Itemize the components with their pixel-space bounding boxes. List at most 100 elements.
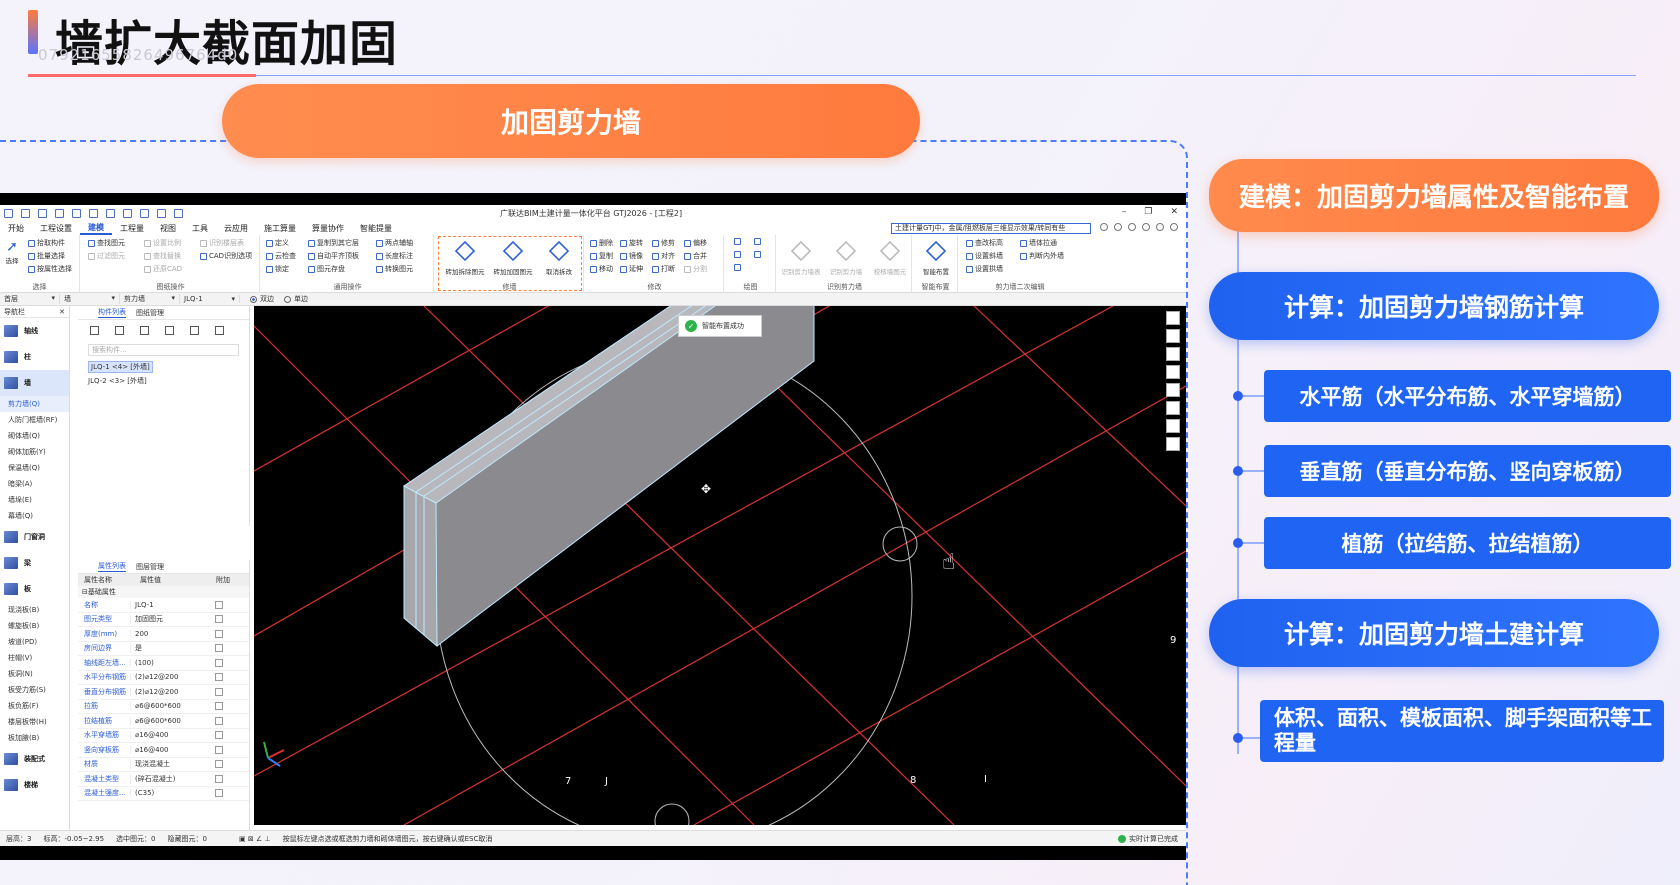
element-save-button[interactable]: 图元存盘 bbox=[308, 264, 345, 274]
new-component-icon[interactable] bbox=[90, 325, 99, 335]
nav-sub-insulation-wall[interactable]: 保温墙(Q) bbox=[0, 460, 69, 476]
type-select[interactable]: 墙 ▾ bbox=[60, 294, 120, 304]
save-icon[interactable] bbox=[55, 208, 64, 218]
rotate-button[interactable]: 旋转 bbox=[620, 238, 643, 248]
cloud-icon[interactable] bbox=[157, 208, 166, 218]
property-value[interactable]: JLQ-1 bbox=[130, 600, 205, 609]
menu-start[interactable]: 开始 bbox=[0, 223, 32, 234]
demolish-element-button[interactable]: 砖加拆除图元 bbox=[442, 239, 488, 277]
message-icon[interactable] bbox=[1128, 223, 1136, 231]
property-value[interactable]: (C35) bbox=[130, 789, 205, 798]
property-row[interactable]: 拉筋 ⌀6@600*600 bbox=[78, 700, 249, 714]
align-button[interactable]: 对齐 bbox=[652, 251, 675, 261]
property-value[interactable]: 200 bbox=[130, 629, 205, 638]
nav-category-column[interactable]: 柱 bbox=[0, 344, 69, 370]
nav-sub-slab-main-rebar[interactable]: 板受力筋(S) bbox=[0, 682, 69, 698]
property-row[interactable]: 混凝土类型 (碎石混凝土) bbox=[78, 772, 249, 787]
property-value[interactable]: (2)⌀12@200 bbox=[130, 687, 205, 696]
snap-toggle-icon[interactable]: ▣ bbox=[239, 835, 246, 843]
reinforce-element-button[interactable]: 砖加加固图元 bbox=[490, 239, 536, 277]
nav-sub-civil-defense-wall[interactable]: 人防门框墙(RF) bbox=[0, 412, 69, 428]
layer-icon[interactable] bbox=[1166, 365, 1180, 379]
menu-collaboration[interactable]: 算量协作 bbox=[304, 223, 352, 234]
nav-sub-masonry-wall[interactable]: 砌体墙(Q) bbox=[0, 428, 69, 444]
grid-icon[interactable] bbox=[140, 208, 149, 218]
cancel-modify-button[interactable]: 取消拆改 bbox=[538, 239, 580, 277]
nav-category-door-window[interactable]: 门窗洞 bbox=[0, 524, 69, 550]
menu-quantities[interactable]: 工程量 bbox=[112, 223, 152, 234]
property-attach-checkbox[interactable] bbox=[215, 716, 223, 725]
property-attach-checkbox[interactable] bbox=[215, 745, 223, 754]
identify-wall-table-button[interactable]: 识别剪力墙表 bbox=[778, 239, 824, 277]
nav-category-prefab[interactable]: 装配式 bbox=[0, 746, 69, 772]
menu-modeling[interactable]: 建模 bbox=[80, 222, 112, 235]
open-file-icon[interactable] bbox=[38, 208, 47, 218]
ortho-toggle-icon[interactable]: ⊠ bbox=[248, 835, 254, 843]
property-attach-checkbox[interactable] bbox=[215, 702, 223, 711]
find-replace-button[interactable]: 查找替换 bbox=[144, 251, 181, 261]
set-scale-button[interactable]: 设置比例 bbox=[144, 238, 181, 248]
user-icon[interactable] bbox=[1156, 223, 1164, 231]
define-button[interactable]: 定义 bbox=[266, 238, 289, 248]
set-arch-wall-button[interactable]: 设置拱墙 bbox=[966, 264, 1003, 274]
wall-extend-button[interactable]: 墙体拉通 bbox=[1020, 238, 1057, 248]
nav-category-beam[interactable]: 梁 bbox=[0, 550, 69, 576]
section-icon[interactable] bbox=[1166, 437, 1180, 451]
list-item[interactable]: JLQ-1 <4> [外墙] bbox=[78, 360, 249, 374]
lock-button[interactable]: 锁定 bbox=[266, 264, 289, 274]
minimize-icon[interactable]: – bbox=[1122, 207, 1127, 217]
length-dimension-button[interactable]: 长度标注 bbox=[376, 251, 413, 261]
nav-sub-masonry-rebar[interactable]: 砌体加筋(Y) bbox=[0, 444, 69, 460]
help-search-input[interactable]: 土建计量GTJ中，金属/阻燃板层三维显示效果/转同有些 bbox=[891, 223, 1091, 234]
draw-point-button[interactable] bbox=[734, 238, 741, 245]
nav-sub-slab-hole[interactable]: 板洞(N) bbox=[0, 666, 69, 682]
property-section[interactable]: ⊟ 基础属性 bbox=[78, 586, 249, 598]
convert-element-button[interactable]: 转换图元 bbox=[376, 264, 413, 274]
property-attach-checkbox[interactable] bbox=[215, 673, 223, 682]
check-wall-button[interactable]: 校核墙图元 bbox=[868, 239, 912, 277]
property-value[interactable]: 是 bbox=[130, 643, 205, 654]
draw-circle-button[interactable] bbox=[754, 238, 761, 245]
nav-category-stairs[interactable]: 楼梯 bbox=[0, 772, 69, 798]
property-value[interactable]: ⌀6@600*600 bbox=[130, 716, 205, 725]
draw-rect-button[interactable] bbox=[754, 251, 761, 258]
property-attach-checkbox[interactable] bbox=[215, 731, 223, 740]
property-value[interactable]: ⌀16@400 bbox=[130, 731, 205, 740]
property-attach-checkbox[interactable] bbox=[215, 774, 223, 783]
list-item[interactable]: JLQ-2 <3> [外墙] bbox=[78, 374, 249, 388]
radio-single-side[interactable]: 单边 bbox=[284, 294, 308, 304]
nav-sub-spiral-slab[interactable]: 螺旋板(B) bbox=[0, 618, 69, 634]
menu-construction[interactable]: 施工算量 bbox=[256, 223, 304, 234]
property-attach-checkbox[interactable] bbox=[215, 760, 223, 769]
property-attach-checkbox[interactable] bbox=[215, 629, 223, 638]
view-icon[interactable] bbox=[106, 208, 115, 218]
restore-icon[interactable]: ❐ bbox=[1144, 207, 1152, 217]
redo-icon[interactable] bbox=[89, 208, 98, 218]
extend-button[interactable]: 延伸 bbox=[620, 264, 643, 274]
delete-button[interactable]: 删除 bbox=[590, 238, 613, 248]
select-by-attribute-button[interactable]: 按属性选择 bbox=[28, 264, 72, 274]
view-3d-icon[interactable] bbox=[1166, 347, 1180, 361]
view-2d-icon[interactable] bbox=[1166, 329, 1180, 343]
3d-viewport[interactable]: L K J I 7 8 9 ✥ ☝ bbox=[254, 306, 1186, 825]
property-row[interactable]: 名称 JLQ-1 bbox=[78, 598, 249, 613]
tab-component-list[interactable]: 构件列表 bbox=[98, 307, 126, 318]
orbit-icon[interactable] bbox=[1166, 311, 1180, 325]
split-button[interactable]: 分割 bbox=[684, 264, 707, 274]
cloud-sync-icon[interactable] bbox=[1114, 223, 1122, 231]
property-value[interactable]: 加固图元 bbox=[130, 614, 205, 625]
property-value[interactable]: ⌀16@400 bbox=[130, 745, 205, 754]
app-logo-icon[interactable] bbox=[4, 208, 13, 218]
nav-sub-ramp[interactable]: 坡道(PD) bbox=[0, 634, 69, 650]
property-attach-checkbox[interactable] bbox=[215, 789, 223, 798]
property-row[interactable]: 图元类型 加固图元 bbox=[78, 613, 249, 627]
property-row[interactable]: 水平分布钢筋 (2)⌀12@200 bbox=[78, 671, 249, 685]
property-attach-checkbox[interactable] bbox=[215, 615, 223, 624]
draw-arc-button[interactable] bbox=[734, 264, 741, 271]
property-row[interactable]: 厚度(mm) 200 bbox=[78, 627, 249, 642]
judge-inner-outer-button[interactable]: 判断内外墙 bbox=[1020, 251, 1064, 261]
collapse-ribbon-icon[interactable] bbox=[1170, 223, 1178, 231]
nav-sub-slab-haunch[interactable]: 板加腋(B) bbox=[0, 730, 69, 746]
property-value[interactable]: (100) bbox=[130, 658, 205, 667]
floor-select[interactable]: 首层 ▾ bbox=[0, 294, 60, 304]
